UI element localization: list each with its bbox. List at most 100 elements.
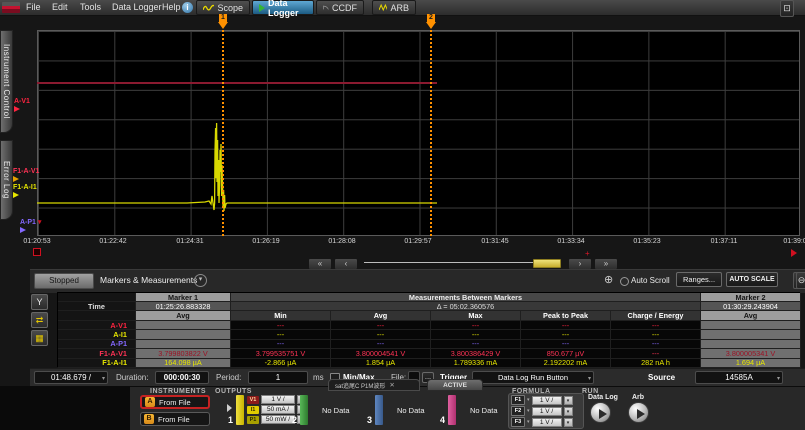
tab-scope[interactable]: Scope [196, 0, 250, 15]
f2-scale-dropdown[interactable]: ▾ [564, 407, 573, 416]
cell: --- [431, 321, 521, 330]
tab-data-logger[interactable]: Data Logger [252, 0, 314, 15]
marker-2-arrow-icon [426, 22, 436, 29]
outputs-header: OUTPUTS [215, 388, 252, 395]
cell: --- [231, 330, 331, 339]
cell: 282 nA h [611, 359, 701, 368]
channel-3-bar[interactable] [375, 395, 383, 425]
cell: --- [331, 340, 431, 349]
ccdf-icon [323, 3, 329, 12]
f1-scale-dropdown[interactable]: ▾ [564, 396, 573, 405]
f3-scale-dropdown[interactable]: ▾ [564, 418, 573, 427]
active-tab[interactable]: ACTIVE [427, 379, 483, 391]
x-tick: 01:28:08 [328, 238, 355, 245]
marker-1-flag[interactable]: 1 [217, 14, 229, 29]
marker-1-line[interactable] [222, 30, 224, 236]
sidebar-tab-error-log[interactable]: Error Log [0, 140, 13, 220]
channel-1-bar[interactable] [236, 395, 244, 425]
run-arb-button[interactable] [628, 402, 649, 423]
trace-label-a-v1[interactable]: A-V1 [14, 98, 30, 115]
app-window: File Edit Tools Data Logger Help i Scope… [0, 0, 805, 430]
row-label-a-i1: A-I1 [58, 330, 136, 339]
instruments-header: INSTRUMENTS [150, 388, 206, 395]
x-tick: 01:33:34 [557, 238, 584, 245]
i1-scale-value[interactable]: 50 mA / [261, 405, 295, 414]
period-input[interactable]: 1 [248, 371, 308, 384]
channel-3-number: 3 [367, 415, 372, 425]
timebase-dropdown[interactable]: 01:48.679 /▾ [34, 371, 108, 384]
datalog-run-label: Data Log [588, 394, 618, 401]
cell: 164.098 µA [136, 359, 231, 368]
trace-label-f1-a-i1[interactable]: F1-A-I1 [13, 184, 37, 201]
x-tick: 01:22:42 [99, 238, 126, 245]
menu-edit[interactable]: Edit [48, 0, 72, 15]
scroll-thumb[interactable] [533, 259, 561, 268]
panel-collapse-chevron-icon[interactable]: ▾ [194, 274, 207, 287]
cell: --- [431, 340, 521, 349]
marker-2-line[interactable] [430, 30, 432, 236]
f2-scale-value[interactable]: 1 V / [532, 407, 562, 416]
source-dropdown[interactable]: 14585A▾ [695, 371, 783, 384]
trace-arrow-icon [20, 227, 26, 233]
run-datalog-button[interactable] [590, 402, 611, 423]
marker-pair-button[interactable]: ⇄ [31, 312, 48, 328]
cell: 1.854 µA [331, 359, 431, 368]
trace-label-a-p1[interactable]: A-P1 ▾ [20, 219, 41, 236]
marker-tool-button[interactable]: Y [31, 294, 48, 310]
markers-delta: Δ = 05:02.360576 [231, 302, 701, 311]
trigger-dropdown[interactable]: Data Log Run Button▾ [472, 371, 594, 384]
table-view-button[interactable]: ▦ [31, 330, 48, 346]
measurements-table: Marker 1 Measurements Between Markers Ma… [57, 292, 800, 367]
f3-scale-value[interactable]: 1 V / [532, 418, 562, 427]
tab-ccdf[interactable]: CCDF [316, 0, 364, 15]
ranges-button[interactable]: Ranges... [676, 272, 722, 287]
crosshair-icon[interactable]: ⊕ [604, 273, 613, 286]
channel-1-number: 1 [228, 415, 233, 425]
v1-scale-value[interactable]: 1 V / [261, 395, 295, 404]
expand-arrow-icon[interactable] [227, 404, 232, 412]
trace-label-f1-a-v1[interactable]: F1-A-V1 [13, 168, 39, 185]
instrument-b-button[interactable]: B From File [140, 412, 210, 426]
formula-f2-row: F2▾ 1 V / ▾ [511, 406, 573, 416]
scroll-track[interactable] [364, 262, 560, 263]
data-file-tab[interactable]: sat追尾C P1M波形 ✕ [328, 379, 420, 391]
row-label-a-p1: A-P1 [58, 340, 136, 349]
auto-scale-button[interactable]: AUTO SCALE [726, 272, 778, 287]
channel-3-status: No Data [397, 406, 425, 415]
auto-scroll-radio[interactable] [620, 277, 629, 286]
channel-2-status: No Data [322, 406, 350, 415]
f2-tag: F2 [511, 406, 525, 416]
channel-4-bar[interactable] [448, 395, 456, 425]
cell: 3.800386429 V [431, 349, 521, 358]
menu-file[interactable]: File [22, 0, 45, 15]
close-icon[interactable]: ✕ [389, 381, 394, 389]
instrument-a-button[interactable]: A From File [140, 395, 210, 409]
p1-scale-value[interactable]: 50 mW / [261, 415, 295, 424]
cell: --- [611, 340, 701, 349]
channel-4-status: No Data [470, 406, 498, 415]
menu-data-logger[interactable]: Data Logger [108, 0, 166, 15]
cell: --- [231, 340, 331, 349]
f1-scale-value[interactable]: 1 V / [532, 396, 562, 405]
channel-2-bar[interactable] [300, 395, 308, 425]
marker-1-label: 1 [219, 14, 227, 22]
formula-f3-row: F3▾ 1 V / ▾ [511, 417, 573, 427]
cell: --- [521, 340, 611, 349]
edge-arrow-icon [791, 249, 797, 257]
sidebar-tab-instrument-control[interactable]: Instrument Control [0, 30, 13, 133]
cell [136, 321, 231, 330]
period-label: Period: [216, 373, 241, 382]
arb-wave-icon [379, 3, 387, 12]
menu-help[interactable]: Help [158, 0, 185, 15]
cell [136, 330, 231, 339]
cell: 3.800004541 V [331, 349, 431, 358]
tab-arb[interactable]: ARB [372, 0, 416, 15]
marker-2-flag[interactable]: 2 [425, 14, 437, 29]
zoom-out-button[interactable]: ⊖ [796, 272, 805, 289]
menu-tools[interactable]: Tools [76, 0, 105, 15]
info-icon[interactable]: i [182, 2, 193, 13]
marker1-time: 01:25:26.883328 [136, 302, 231, 311]
zoom-region-button[interactable]: ⊡ [780, 0, 794, 17]
v1-tag: V1 [247, 396, 259, 404]
f1-tag: F1 [511, 395, 525, 405]
